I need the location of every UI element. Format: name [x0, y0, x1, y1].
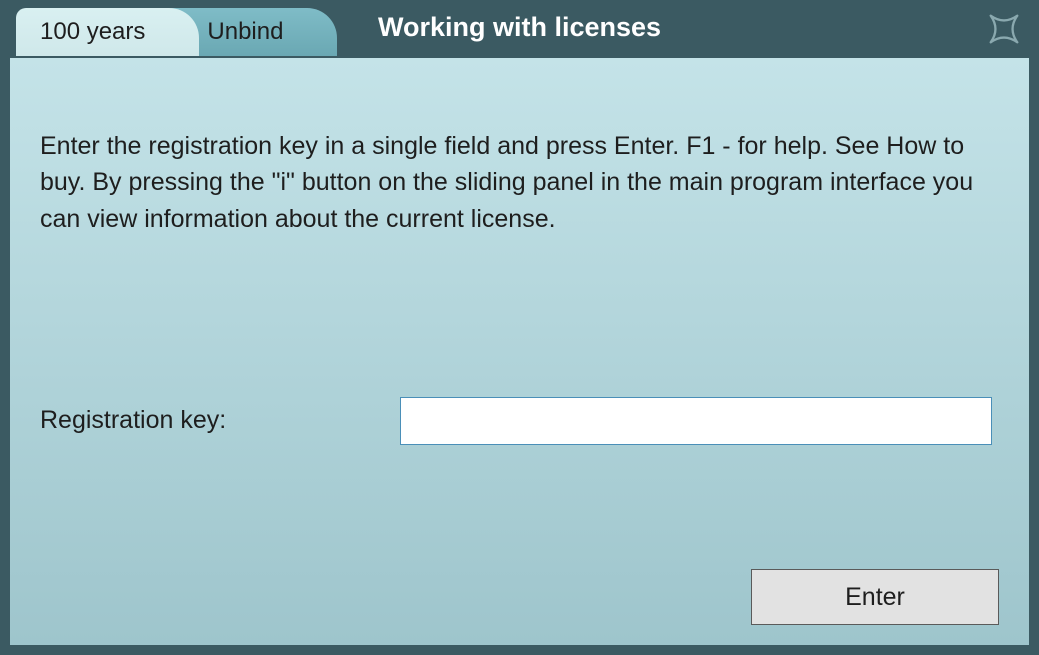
registration-key-label: Registration key: — [40, 406, 400, 435]
button-row: Enter — [751, 569, 999, 625]
close-button[interactable] — [983, 8, 1025, 50]
registration-key-input[interactable] — [400, 397, 992, 445]
enter-button[interactable]: Enter — [751, 569, 999, 625]
registration-key-row: Registration key: — [40, 397, 999, 445]
dialog-header: 100 years Unbind Working with licenses — [0, 0, 1039, 56]
tab-label: Unbind — [207, 18, 283, 46]
tab-label: 100 years — [40, 18, 145, 46]
close-icon — [985, 10, 1023, 48]
license-dialog: 100 years Unbind Working with licenses E… — [0, 0, 1039, 655]
tab-100-years[interactable]: 100 years — [16, 8, 169, 56]
dialog-content: Enter the registration key in a single f… — [8, 56, 1031, 647]
instruction-text: Enter the registration key in a single f… — [40, 128, 999, 237]
tab-bar: 100 years Unbind — [16, 0, 307, 56]
